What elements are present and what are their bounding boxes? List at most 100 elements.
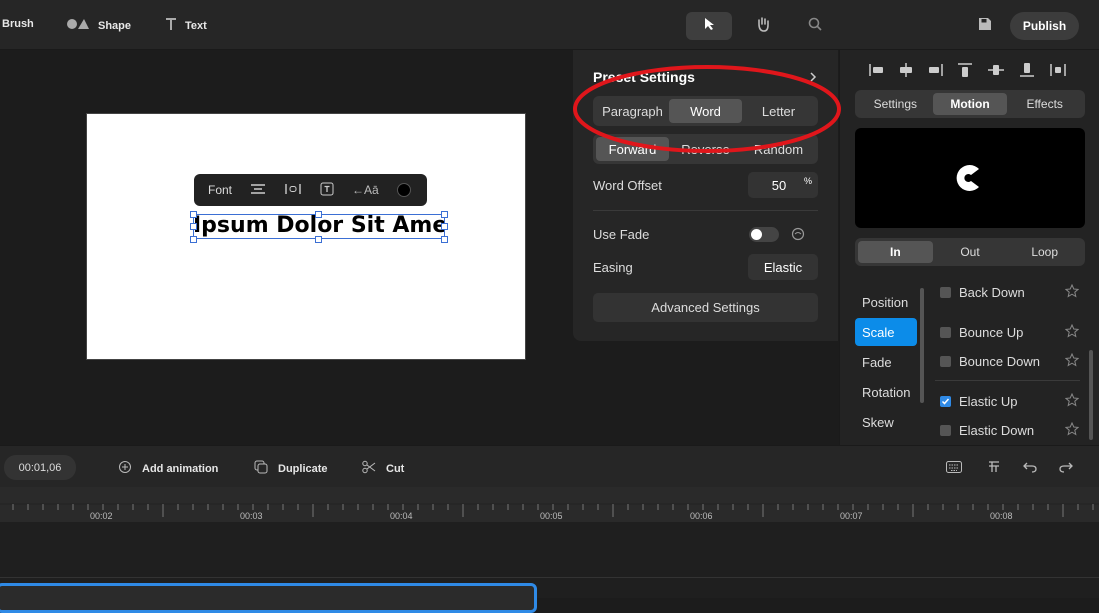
tab-settings[interactable]: Settings (858, 93, 933, 115)
cut-button[interactable]: Cut (362, 460, 404, 477)
align-left-icon[interactable] (868, 62, 886, 78)
save-icon (978, 17, 992, 36)
resize-handle[interactable] (315, 236, 322, 243)
align-icon[interactable] (250, 183, 266, 198)
animation-name: Back Down (959, 284, 1025, 300)
text-format-toolbar: Font ←Aā (194, 174, 427, 206)
animation-item[interactable]: Back Down (940, 280, 1085, 304)
annotation-ellipse (573, 65, 841, 153)
timeline-track-area[interactable] (0, 522, 1099, 613)
resize-handle[interactable] (441, 236, 448, 243)
logo-icon (951, 161, 985, 200)
align-middle-icon[interactable] (987, 62, 1005, 78)
easing-select[interactable]: Elastic (748, 254, 818, 280)
align-right-icon[interactable] (926, 62, 944, 78)
animation-name: Bounce Up (959, 324, 1024, 340)
category-skew[interactable]: Skew (855, 408, 917, 436)
animation-item[interactable]: Bounce Up (940, 320, 1085, 344)
snap-icon[interactable] (988, 460, 1000, 478)
color-swatch[interactable] (396, 183, 411, 197)
align-bottom-icon[interactable] (1018, 62, 1036, 78)
text-box-icon[interactable] (320, 182, 334, 199)
preview-fade-icon[interactable] (791, 227, 805, 246)
ruler-tick-label: 00:08 (990, 511, 1013, 521)
align-top-icon[interactable] (956, 62, 974, 78)
category-fade[interactable]: Fade (855, 348, 917, 376)
hand-tool-button[interactable] (740, 12, 786, 40)
ruler-tick-label: 00:07 (840, 511, 863, 521)
star-icon[interactable] (1064, 352, 1080, 370)
add-animation-button[interactable]: Add animation (118, 460, 218, 477)
font-button[interactable]: Font (208, 183, 232, 197)
shape-icon (66, 18, 90, 33)
category-scale[interactable]: Scale (855, 318, 917, 346)
animation-item[interactable]: Elastic Down (940, 418, 1085, 442)
category-scrollbar[interactable] (920, 288, 924, 403)
category-position[interactable]: Position (855, 288, 917, 316)
word-offset-unit: % (803, 176, 812, 186)
word-offset-label: Word Offset (593, 178, 662, 193)
publish-button[interactable]: Publish (1010, 12, 1079, 40)
resize-handle[interactable] (190, 236, 197, 243)
animation-checkbox[interactable] (940, 286, 951, 298)
use-fade-label: Use Fade (593, 227, 650, 242)
ruler-tick-label: 00:03 (240, 511, 263, 521)
text-case-icon[interactable]: ←Aā (352, 183, 379, 197)
time-display[interactable]: 00:01,06 (4, 455, 76, 480)
tab-effects[interactable]: Effects (1007, 93, 1082, 115)
star-icon[interactable] (1064, 323, 1080, 341)
word-offset-input[interactable]: 50 % (748, 172, 818, 198)
top-toolbar: Brush Shape Text Publish (0, 0, 1099, 50)
star-icon[interactable] (1064, 283, 1080, 301)
save-button[interactable] (962, 12, 1008, 40)
star-icon[interactable] (1064, 421, 1080, 439)
resize-handle[interactable] (441, 211, 448, 218)
phase-tab-out[interactable]: Out (933, 241, 1008, 263)
animation-preview (855, 128, 1085, 228)
animation-item[interactable]: Bounce Down (940, 349, 1085, 373)
distribute-icon[interactable] (1049, 62, 1067, 78)
star-icon[interactable] (1064, 392, 1080, 410)
resize-handle[interactable] (315, 211, 322, 218)
use-fade-toggle[interactable] (749, 227, 779, 242)
text-label: Text (185, 19, 207, 32)
animation-checkbox[interactable] (940, 326, 951, 338)
brush-tool[interactable]: Brush (2, 18, 34, 30)
animation-checkbox[interactable] (940, 424, 951, 436)
resize-handle[interactable] (190, 211, 197, 218)
timeline-clip[interactable] (0, 583, 537, 613)
resize-handle[interactable] (441, 223, 448, 230)
animation-name: Elastic Down (959, 422, 1035, 438)
tab-motion[interactable]: Motion (932, 93, 1008, 115)
redo-icon[interactable] (1059, 460, 1073, 478)
animation-item[interactable]: Elastic Up (940, 389, 1085, 413)
resize-handle[interactable] (190, 223, 197, 230)
brush-label: Brush (2, 18, 34, 30)
zoom-tool-button[interactable] (792, 12, 838, 40)
advanced-settings-button[interactable]: Advanced Settings (593, 293, 818, 322)
phase-tabs: In Out Loop (855, 238, 1085, 266)
keyboard-icon[interactable] (946, 460, 962, 478)
divider (935, 380, 1080, 381)
animation-checkbox[interactable] (940, 395, 951, 407)
animation-checkbox[interactable] (940, 355, 951, 367)
cursor-icon (703, 17, 715, 36)
animation-scrollbar[interactable] (1089, 350, 1093, 440)
spacing-icon[interactable] (284, 183, 302, 198)
text-icon (165, 18, 177, 33)
duplicate-button[interactable]: Duplicate (254, 460, 328, 477)
shape-tool[interactable]: Shape (66, 18, 131, 33)
add-animation-label: Add animation (142, 462, 219, 475)
animation-name: Elastic Up (959, 393, 1018, 409)
undo-icon[interactable] (1023, 460, 1037, 478)
phase-tab-in[interactable]: In (858, 241, 933, 263)
text-tool[interactable]: Text (165, 18, 207, 33)
phase-tab-loop[interactable]: Loop (1007, 241, 1082, 263)
category-rotation[interactable]: Rotation (855, 378, 917, 406)
divider (593, 210, 818, 211)
select-tool-button[interactable] (686, 12, 732, 40)
timeline-ruler[interactable]: 00:02 00:03 00:04 00:05 00:06 00:07 00:0… (0, 487, 1099, 522)
panel-tabs: Settings Motion Effects (855, 90, 1085, 118)
plus-circle-icon (118, 460, 132, 477)
align-center-h-icon[interactable] (897, 62, 915, 78)
